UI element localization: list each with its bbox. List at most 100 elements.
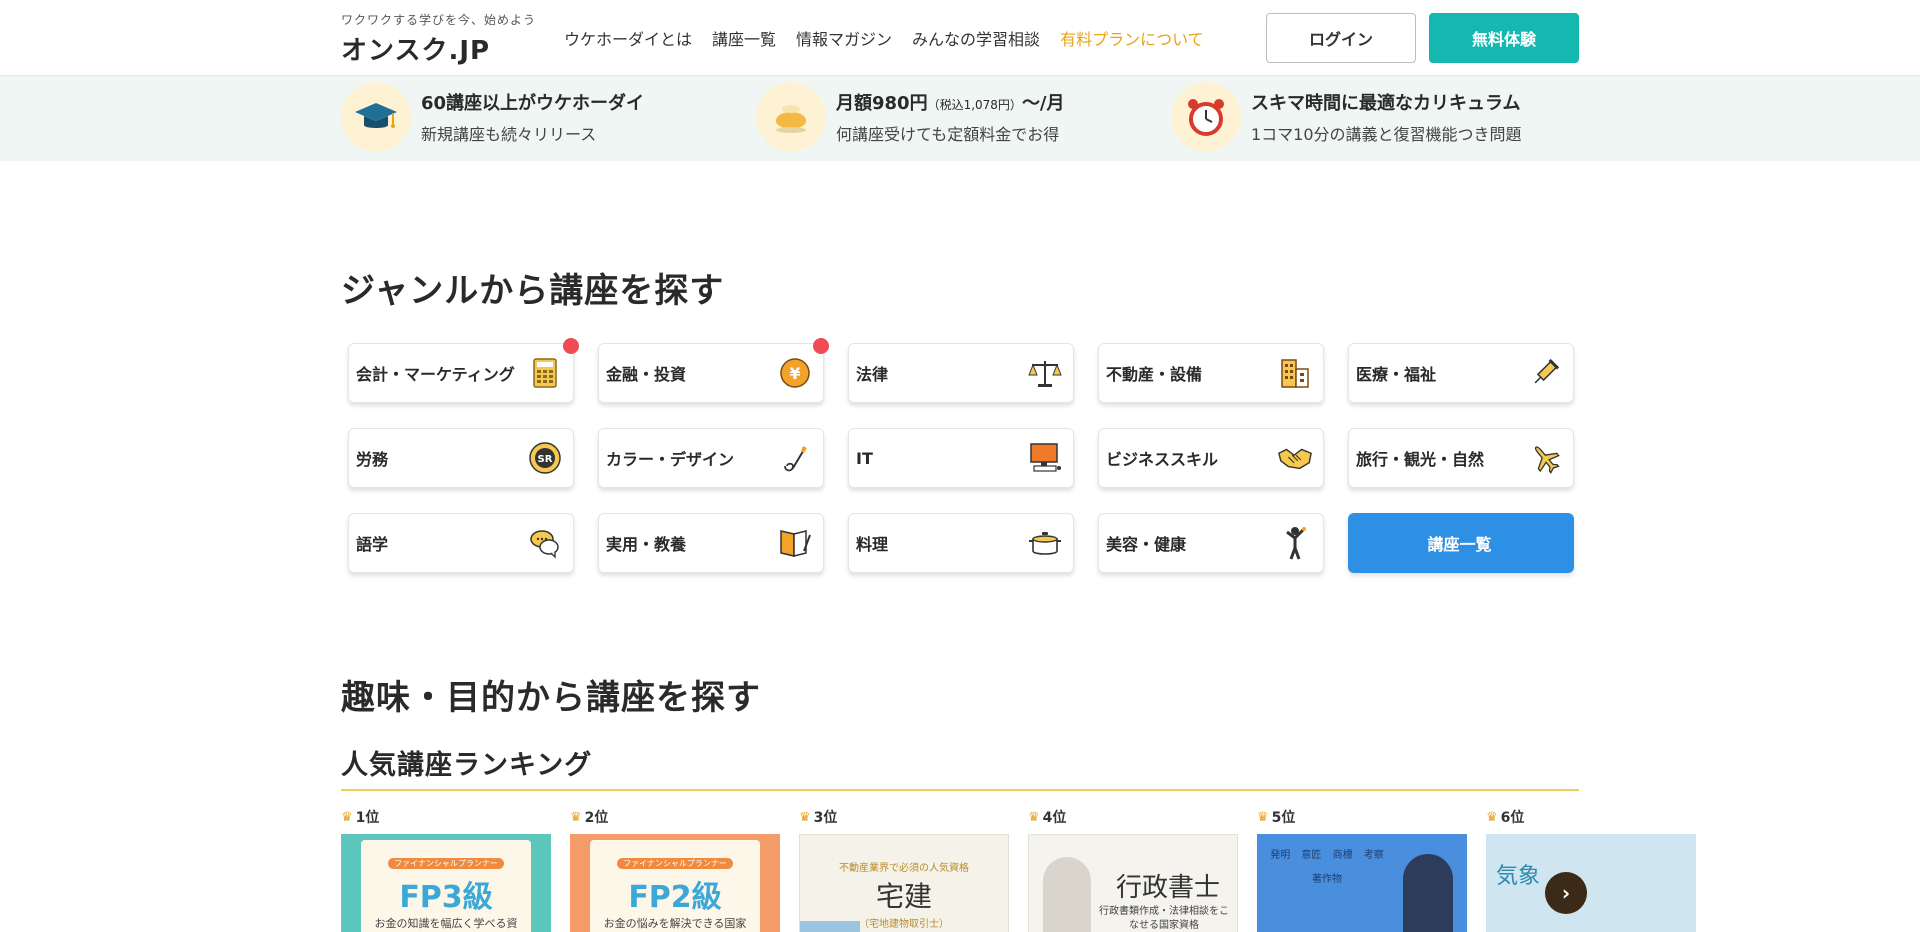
feature-title: スキマ時間に最適なカリキュラム <box>1251 93 1521 114</box>
genre-law[interactable]: 法律 <box>848 343 1074 403</box>
genre-label: 料理 <box>856 535 889 554</box>
rank-text: 6位 <box>1500 810 1525 826</box>
nav-paid-plan[interactable]: 有料プランについて <box>1060 26 1204 50</box>
rank-label: ♛ 3位 <box>799 808 1009 827</box>
genre-beauty-health[interactable]: 美容・健康 <box>1098 513 1324 573</box>
speech-bubble-icon <box>527 525 563 561</box>
course-name: FP3級 <box>399 880 493 915</box>
ranking-card[interactable]: ♛ 3位 不動産業界で必須の人気資格 宅建 （宅地建物取引士） <box>799 808 1009 932</box>
course-thumbnail[interactable]: 発明 意匠 商標 考察 著作物 <box>1257 834 1467 932</box>
genre-language[interactable]: 語学 <box>348 513 574 573</box>
course-thumbnail[interactable]: 行政書士 行政書類作成・法律相談をこなせる国家資格 <box>1028 834 1238 932</box>
scales-icon <box>1027 355 1063 391</box>
genre-label: 会計・マーケティング <box>356 365 515 384</box>
book-pen-icon <box>777 525 813 561</box>
genre-practical[interactable]: 実用・教養 <box>598 513 824 573</box>
crown-icon: ♛ <box>1486 809 1498 825</box>
feature-title: 月額980円（税込1,078円）～/月 <box>836 89 1065 115</box>
course-caption: お金の悩みを解決できる国家資格 <box>603 917 747 930</box>
rank-label: ♛ 5位 <box>1257 808 1467 827</box>
ranking-title: 人気講座ランキング <box>341 750 593 781</box>
genre-travel[interactable]: 旅行・観光・自然 <box>1348 428 1574 488</box>
genre-it[interactable]: IT <box>848 428 1074 488</box>
yen-coin-icon: ¥ <box>777 355 813 391</box>
computer-icon <box>1027 440 1063 476</box>
nav-courses[interactable]: 講座一覧 <box>712 26 776 50</box>
alarm-clock-icon <box>1171 82 1241 152</box>
course-badge: ファイナンシャルプランナー <box>388 858 504 869</box>
rank-label: ♛ 4位 <box>1028 808 1238 827</box>
all-courses-label: 講座一覧 <box>1427 535 1492 554</box>
exercise-icon <box>1277 525 1313 561</box>
genre-finance[interactable]: 金融・投資 ¥ <box>598 338 829 403</box>
crown-icon: ♛ <box>1028 809 1040 825</box>
crown-icon: ♛ <box>341 809 353 825</box>
price-main: 月額980円 <box>836 93 928 114</box>
feature-title: 60講座以上がウケホーダイ <box>421 93 645 114</box>
feature-subtitle: 1コマ10分の講義と復習機能つき問題 <box>1251 125 1522 144</box>
crown-icon: ♛ <box>1257 809 1269 825</box>
course-caption: 行政書類作成・法律相談をこなせる国家資格 <box>1099 906 1229 931</box>
genre-business-skills[interactable]: ビジネススキル <box>1098 428 1324 488</box>
course-badge: 不動産業界で必須の人気資格 <box>839 863 969 874</box>
nav-magazine[interactable]: 情報マガジン <box>796 26 892 50</box>
course-caption: お金の知識を幅広く学べる資格 <box>374 917 518 930</box>
genre-accounting[interactable]: 会計・マーケティング <box>348 338 579 403</box>
svg-text:¥: ¥ <box>789 364 800 383</box>
genre-label: 金融・投資 <box>606 365 687 384</box>
tagline: ワクワクする学びを今、始めよう <box>341 13 537 27</box>
sr-badge-icon: SR <box>527 440 563 476</box>
main-nav: ウケホーダイとは 講座一覧 情報マガジン みんなの学習相談 有料プランについて <box>564 26 1204 50</box>
genre-label: 不動産・設備 <box>1106 365 1203 384</box>
rank-label: ♛ 6位 <box>1486 808 1696 827</box>
genre-label: 語学 <box>356 535 389 554</box>
login-button[interactable]: ログイン <box>1266 13 1416 63</box>
feature-item: 月額980円（税込1,078円）～/月 何講座受けても定額料金でお得 <box>756 82 1065 152</box>
ranking-carousel: ♛1位 ファイナンシャルプランナー FP3級 お金の知識を幅広く学べる資格 ♛2… <box>341 808 1920 932</box>
ranking-underline <box>341 789 1579 791</box>
course-name: 宅建 <box>875 880 932 913</box>
genre-real-estate[interactable]: 不動産・設備 <box>1098 343 1324 403</box>
price-suffix: ～/月 <box>1021 93 1065 114</box>
ranking-card[interactable]: ♛1位 ファイナンシャルプランナー FP3級 お金の知識を幅広く学べる資格 <box>341 808 551 932</box>
genre-label: IT <box>856 448 873 468</box>
ranking-card[interactable]: ♛ 6位 気象 <box>1486 808 1696 932</box>
syringe-icon <box>1527 355 1563 391</box>
genre-color-design[interactable]: カラー・デザイン <box>598 428 824 488</box>
crown-icon: ♛ <box>570 809 582 825</box>
logo-block[interactable]: ワクワクする学びを今、始めよう オンスク.JP <box>341 11 536 67</box>
nav-ukehodai[interactable]: ウケホーダイとは <box>564 26 692 50</box>
ranking-card[interactable]: ♛ 4位 行政書士 行政書類作成・法律相談をこなせる国家資格 <box>1028 808 1238 932</box>
new-badge <box>563 338 579 354</box>
coin-purse-icon <box>756 82 826 152</box>
ranking-card[interactable]: ♛ 5位 発明 意匠 商標 考察 著作物 <box>1257 808 1467 932</box>
course-thumbnail[interactable]: ファイナンシャルプランナー FP3級 お金の知識を幅広く学べる資格 <box>341 834 551 932</box>
ranking-card[interactable]: ♛2位 ファイナンシャルプランナー FP2級 お金の悩みを解決できる国家資格 <box>570 808 780 932</box>
pot-icon <box>1027 525 1063 561</box>
crown-icon: ♛ <box>799 809 811 825</box>
course-badge: ファイナンシャルプランナー <box>617 858 733 869</box>
rank-label: ♛ 2位 <box>570 808 780 827</box>
course-name: FP2級 <box>628 880 722 915</box>
rank-label: ♛ 1位 <box>341 808 551 827</box>
genre-label: 法律 <box>856 365 889 384</box>
course-thumbnail[interactable]: 不動産業界で必須の人気資格 宅建 （宅地建物取引士） <box>799 834 1009 932</box>
free-trial-button[interactable]: 無料体験 <box>1429 13 1579 63</box>
site-logo[interactable]: オンスク.JP <box>341 30 536 67</box>
genre-label: 美容・健康 <box>1106 535 1187 554</box>
nav-consultation[interactable]: みんなの学習相談 <box>912 26 1040 50</box>
genre-label: カラー・デザイン <box>606 450 735 469</box>
course-thumbnail[interactable]: 気象 <box>1486 834 1696 932</box>
handshake-icon <box>1277 440 1313 476</box>
all-courses-button[interactable]: 講座一覧 <box>1348 513 1574 573</box>
rank-text: 2位 <box>584 810 609 826</box>
graduation-cap-icon <box>341 82 411 152</box>
new-badge <box>813 338 829 354</box>
genre-cooking[interactable]: 料理 <box>848 513 1074 573</box>
carousel-next-button[interactable]: › <box>1545 872 1587 914</box>
feature-subtitle: 新規講座も続々リリース <box>421 125 597 144</box>
genre-medical[interactable]: 医療・福祉 <box>1348 343 1574 403</box>
rank-text: 5位 <box>1271 810 1296 826</box>
genre-labor[interactable]: 労務 SR <box>348 428 574 488</box>
course-thumbnail[interactable]: ファイナンシャルプランナー FP2級 お金の悩みを解決できる国家資格 <box>570 834 780 932</box>
